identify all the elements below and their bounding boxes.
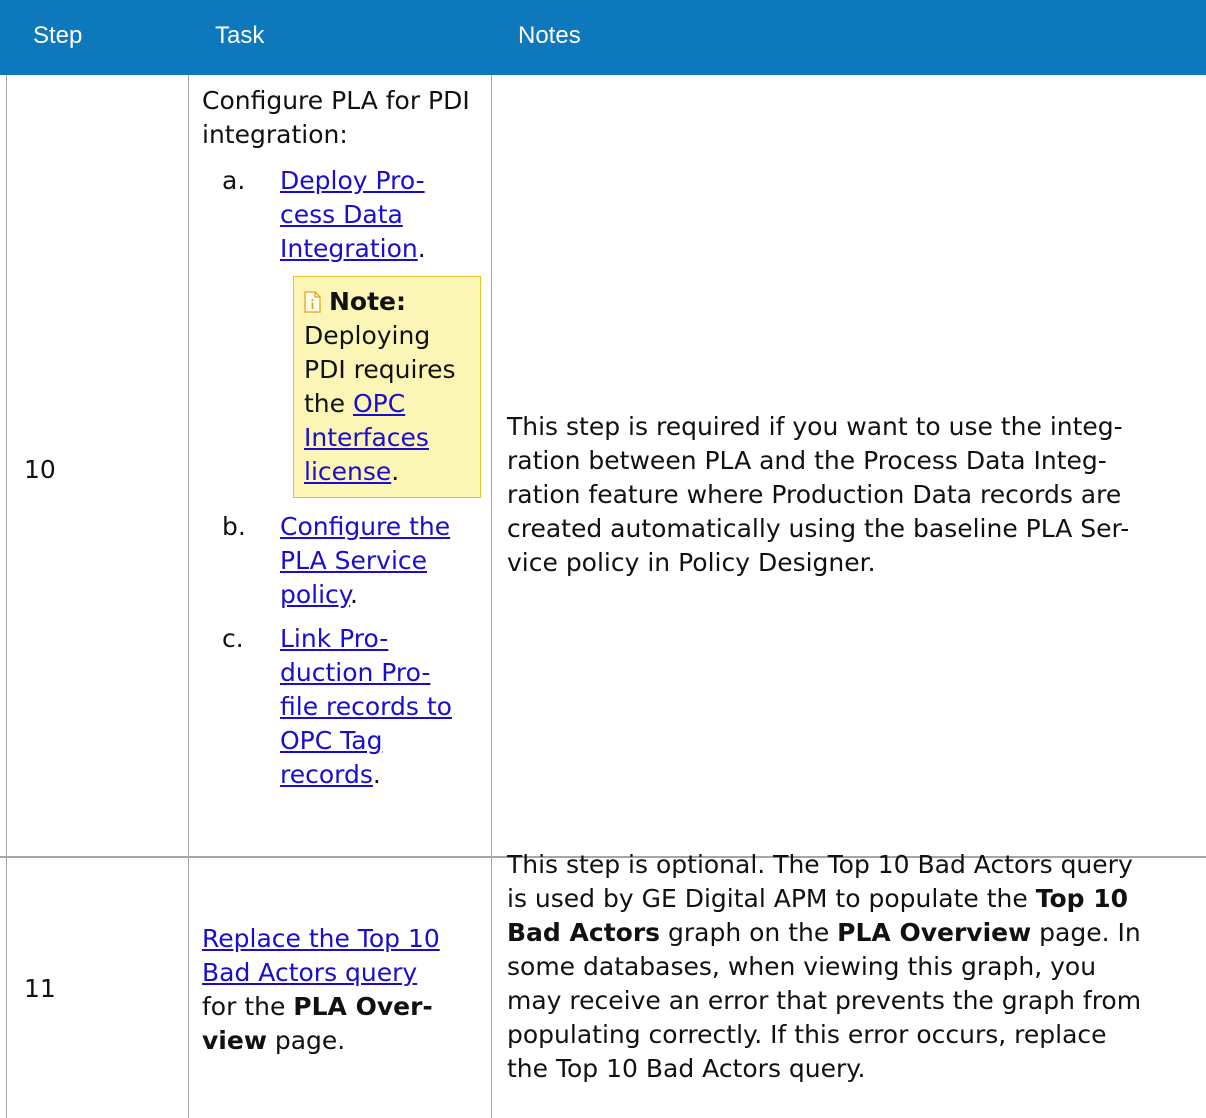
- list-marker: b.: [222, 512, 246, 541]
- notes-line: populating correctly. If this error occu…: [507, 1020, 1107, 1049]
- task-intro: Configure PLA for PDI integration:: [202, 86, 470, 149]
- link-production-profile-link[interactable]: Link Pro-duction Pro-file records to OPC …: [280, 624, 452, 789]
- note-title: Note:: [329, 287, 407, 316]
- notes-line: Bad Actors graph on the PLA Overview pag…: [507, 918, 1141, 947]
- notes-cell: This step is optional. The Top 10 Bad Ac…: [507, 848, 1197, 1086]
- configure-pla-service-policy-link[interactable]: Configure the PLA Service policy: [280, 512, 450, 609]
- notes-line: vice policy in Policy Designer.: [507, 548, 876, 577]
- header-notes: Notes: [518, 22, 581, 49]
- task-cell: Replace the Top 10 Bad Actors query for t…: [202, 924, 440, 1055]
- notes-line: ration feature where Production Data rec…: [507, 480, 1122, 509]
- task-cell: Configure PLA for PDI integration: a. De…: [202, 84, 481, 792]
- notes-line: This step is required if you want to use…: [507, 412, 1123, 441]
- column-divider: [6, 75, 7, 1118]
- notes-line: created automatically using the baseline…: [507, 514, 1130, 543]
- note-info-icon: [304, 291, 321, 313]
- notes-line: ration between PLA and the Process Data …: [507, 446, 1107, 475]
- notes-line: may receive an error that prevents the g…: [507, 986, 1142, 1015]
- note-text: Deploying PDI requires the OPC Interfaces li…: [304, 321, 456, 486]
- list-item: a. Deploy Pro-cess Data Integration.: [202, 164, 480, 266]
- punctuation: .: [372, 760, 381, 789]
- note-box: Note: Deploying PDI requires the OPC Interf…: [293, 276, 481, 498]
- punctuation: .: [417, 234, 426, 263]
- notes-line: some databases, when viewing this graph,…: [507, 952, 1097, 981]
- notes-line: the Top 10 Bad Actors query.: [507, 1054, 866, 1083]
- list-marker: a.: [222, 166, 246, 195]
- step-number: 11: [24, 974, 56, 1003]
- column-divider: [188, 75, 189, 1118]
- column-divider: [491, 75, 492, 1118]
- header-step: Step: [33, 22, 83, 49]
- table-header: Step Task Notes: [0, 0, 1206, 75]
- replace-top-10-bad-actors-query-link[interactable]: Replace the Top 10 Bad Actors query: [202, 924, 440, 987]
- steps-table: Step Task Notes 10 Configure PLA for PDI…: [0, 0, 1206, 1118]
- punctuation: .: [350, 580, 358, 609]
- header-task: Task: [215, 22, 265, 49]
- list-item: c. Link Pro-duction Pro-file records to O…: [202, 622, 480, 792]
- notes-line: This step is optional. The Top 10 Bad Ac…: [507, 850, 1133, 879]
- notes-cell: This step is required if you want to use…: [507, 410, 1197, 580]
- deploy-pdi-link[interactable]: Deploy Pro-cess Data Integration: [280, 166, 425, 263]
- list-marker: c.: [222, 624, 244, 653]
- notes-line: is used by GE Digital APM to populate th…: [507, 884, 1129, 913]
- step-number: 10: [24, 455, 56, 484]
- list-item: b. Configure the PLA Service policy.: [202, 510, 480, 612]
